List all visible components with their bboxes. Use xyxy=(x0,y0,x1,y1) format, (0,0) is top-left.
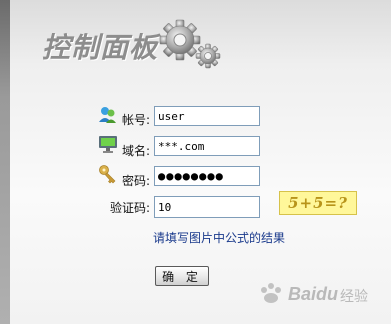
left-edge-strip xyxy=(0,0,10,324)
password-input[interactable]: ●●●●●●●● xyxy=(154,166,260,186)
watermark-brand: Baidu xyxy=(288,284,339,304)
watermark: Baidu 经验 xyxy=(248,276,388,316)
watermark-text: 经验 xyxy=(340,289,368,305)
account-input[interactable] xyxy=(154,106,260,126)
captcha-input[interactable] xyxy=(154,196,260,218)
captcha-image-text: 5+5=? xyxy=(288,194,348,212)
page-title: 控制面板 xyxy=(42,31,159,64)
account-label: 帐号: xyxy=(121,113,150,127)
password-label: 密码: xyxy=(121,174,150,188)
domain-input[interactable] xyxy=(154,136,260,156)
domain-label: 域名: xyxy=(121,144,150,158)
captcha-label: 验证码: xyxy=(109,201,150,215)
gears-icon xyxy=(159,19,221,69)
submit-button[interactable]: 确 定 xyxy=(155,266,209,286)
captcha-hint: 请填写图片中公式的结果 xyxy=(153,231,286,245)
captcha-image[interactable]: 5+5=? xyxy=(279,191,357,215)
